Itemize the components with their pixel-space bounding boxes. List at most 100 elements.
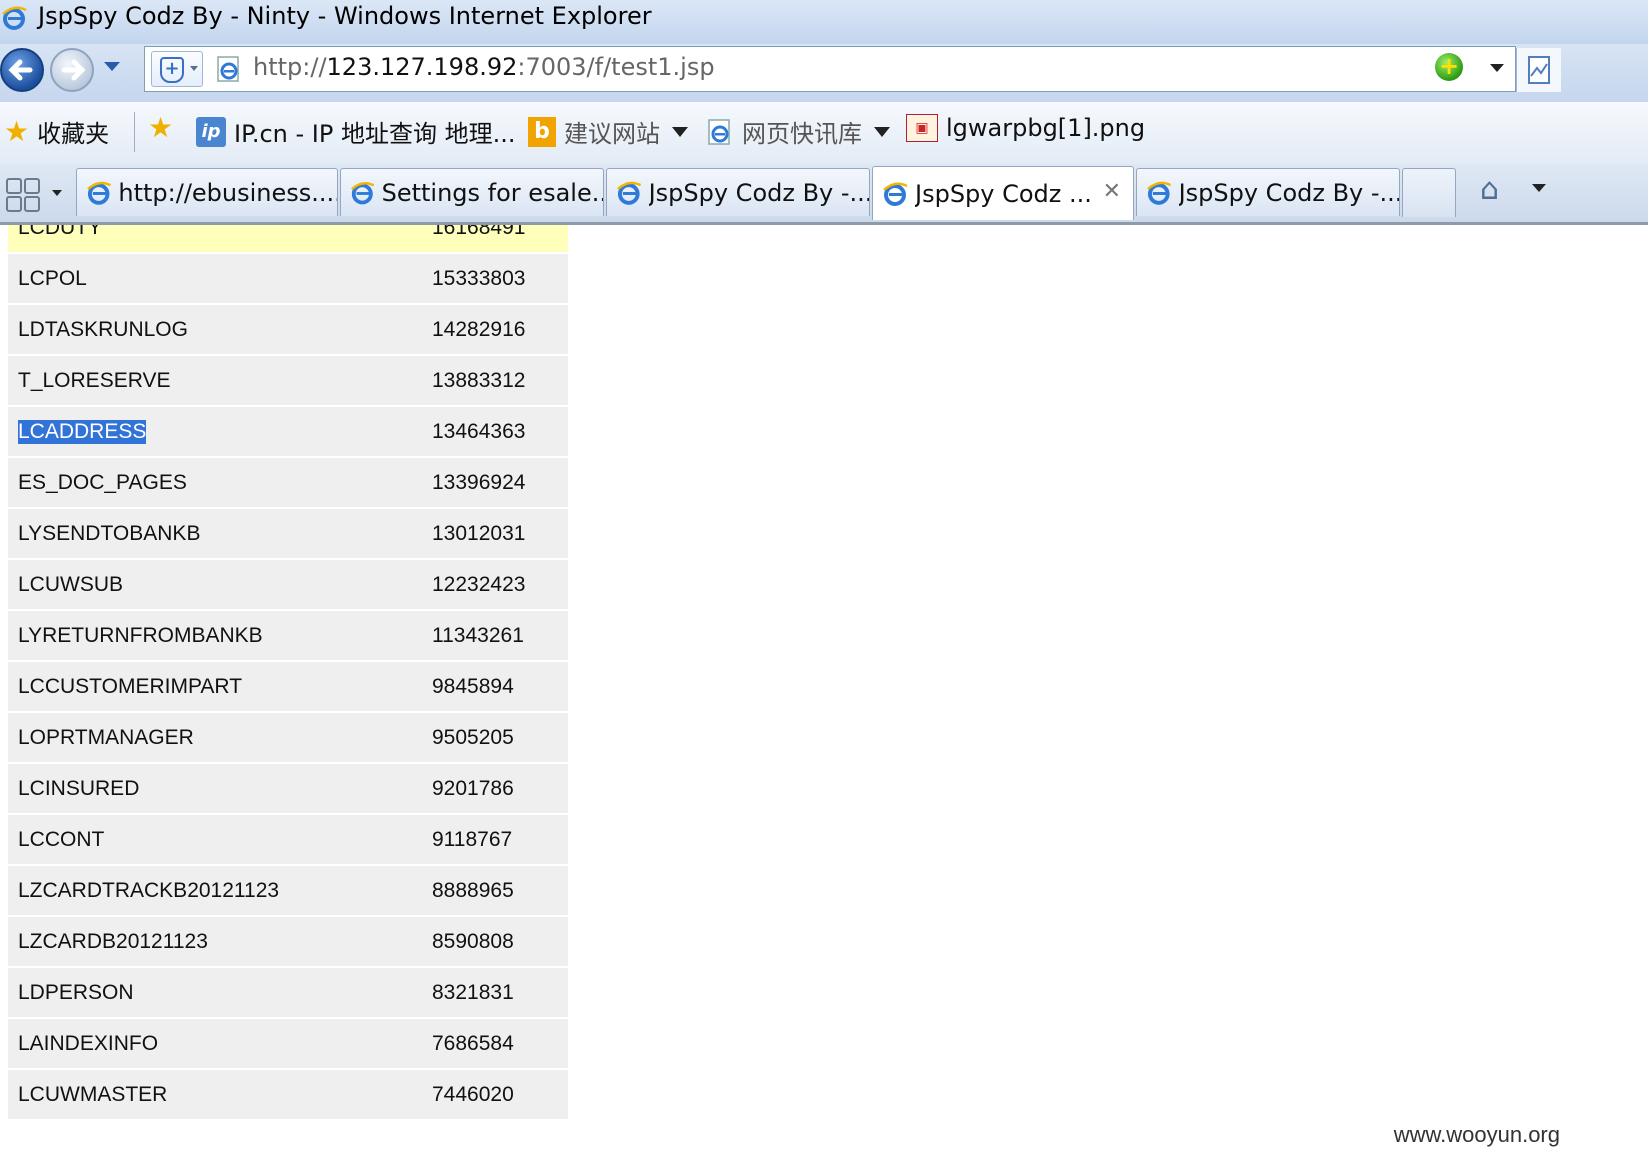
- tab-list-dropdown-icon[interactable]: [46, 184, 68, 214]
- table-name-cell: LCUWSUB: [18, 573, 124, 596]
- tab-jspspy-3[interactable]: JspSpy Codz By -...: [1136, 168, 1400, 216]
- favorites-button[interactable]: ★ 收藏夹: [4, 114, 109, 149]
- home-icon[interactable]: ⌂: [1480, 172, 1499, 207]
- table-row: LCDUTY 16168491: [8, 225, 568, 254]
- table-count-cell: 13464363: [432, 420, 526, 443]
- table-list: LCDUTY 16168491 LCPOL 15333803 LDTASKRUNLOG 1…: [8, 225, 568, 1121]
- table-name-cell: ES_DOC_PAGES: [18, 471, 187, 494]
- table-name-cell: LZCARDB20121123: [18, 930, 208, 953]
- tab-ebusiness[interactable]: http://ebusiness....: [76, 168, 338, 216]
- table-row: LYSENDTOBANKB 13012031: [8, 509, 568, 560]
- url-scheme: http://: [253, 53, 327, 81]
- tab-bar: http://ebusiness.... Settings for esale.…: [0, 164, 1648, 225]
- ie-logo-icon: [2, 6, 27, 30]
- url-host: 123.127.198.92: [326, 53, 518, 81]
- table-name-cell: LOPRTMANAGER: [18, 726, 194, 749]
- table-name-cell: LCADDRESS: [18, 420, 147, 444]
- table-name-cell: LYSENDTOBANKB: [18, 522, 201, 545]
- table-row: LCUWMASTER 7446020: [8, 1070, 568, 1121]
- ie-logo-icon: [883, 182, 908, 206]
- table-name-cell: LZCARDTRACKB20121123: [18, 879, 280, 902]
- table-row: LOPRTMANAGER 9505205: [8, 713, 568, 764]
- compatibility-view-button[interactable]: [1516, 48, 1561, 92]
- tab-label: Settings for esale...: [381, 178, 603, 207]
- forward-button[interactable]: [50, 48, 94, 92]
- favorite-lgwarpbg[interactable]: ▣ lgwarpbg[1].png: [906, 114, 1145, 142]
- table-row: LAINDEXINFO 7686584: [8, 1019, 568, 1070]
- shield-plus-icon: +: [160, 57, 184, 83]
- table-row: LDPERSON 8321831: [8, 968, 568, 1019]
- security-shield-button[interactable]: +: [151, 51, 203, 87]
- ie-logo-icon: [351, 181, 375, 204]
- table-row: LZCARDTRACKB20121123 8888965: [8, 866, 568, 917]
- table-count-cell: 9845894: [432, 675, 514, 698]
- tab-jspspy-active[interactable]: JspSpy Codz ... ✕: [872, 166, 1134, 220]
- favorites-label: 收藏夹: [37, 120, 110, 148]
- recent-pages-dropdown-icon[interactable]: [104, 62, 120, 71]
- bing-icon: b: [528, 116, 556, 147]
- table-row: LZCARDB20121123 8590808: [8, 917, 568, 968]
- table-count-cell: 12232423: [432, 573, 526, 596]
- table-name-cell: LAINDEXINFO: [18, 1032, 159, 1055]
- table-row: LCUWSUB 12232423: [8, 560, 568, 611]
- table-row: LCCONT 9118767: [8, 815, 568, 866]
- table-count-cell: 13883312: [432, 369, 526, 392]
- new-tab-button[interactable]: [1402, 168, 1456, 217]
- ie-logo-icon: [1147, 181, 1172, 205]
- url-text[interactable]: http://123.127.198.92:7003/f/test1.jsp: [253, 53, 715, 81]
- favorite-web-slice-gallery[interactable]: 网页快讯库: [706, 114, 890, 149]
- add-to-favorites-bar-button[interactable]: ★: [148, 114, 173, 142]
- favorite-ip-cn[interactable]: ip IP.cn - IP 地址查询 地理...: [196, 114, 515, 149]
- navigation-bar: + http://123.127.198.92:7003/f/test1.jsp…: [0, 44, 1648, 102]
- title-bar: JspSpy Codz By - Ninty - Windows Interne…: [0, 0, 1648, 44]
- ie-logo-icon: [87, 181, 111, 205]
- table-row: ES_DOC_PAGES 13396924: [8, 458, 568, 509]
- star-icon: ★: [4, 114, 30, 148]
- favorite-suggested-sites[interactable]: b 建议网站: [528, 114, 688, 149]
- table-count-cell: 8321831: [432, 981, 514, 1004]
- arrow-right-icon: [61, 59, 86, 81]
- arrow-left-icon: [8, 59, 33, 81]
- table-count-cell: 13012031: [432, 522, 526, 545]
- table-count-cell: 8590808: [432, 930, 514, 953]
- page-content: LCDUTY 16168491 LCPOL 15333803 LDTASKRUNLOG 1…: [0, 225, 1648, 1162]
- broken-page-icon: [1528, 56, 1550, 84]
- image-file-icon: ▣: [906, 114, 938, 142]
- back-button[interactable]: [0, 48, 44, 92]
- star-add-icon: ★: [148, 111, 174, 144]
- window-title: JspSpy Codz By - Ninty - Windows Interne…: [38, 2, 652, 30]
- table-name-cell: LCINSURED: [18, 777, 140, 800]
- favorite-label: lgwarpbg[1].png: [946, 114, 1146, 142]
- tab-settings-esale[interactable]: Settings for esale...: [340, 168, 604, 216]
- add-search-provider-icon[interactable]: +: [1435, 53, 1463, 81]
- table-count-cell: 16168491: [432, 225, 526, 239]
- table-count-cell: 7686584: [432, 1032, 514, 1055]
- table-name-cell: LDPERSON: [18, 981, 134, 1004]
- favorite-label: 建议网站: [564, 120, 660, 148]
- ip-logo-icon: ip: [196, 116, 226, 147]
- tab-label: JspSpy Codz By -...: [1178, 178, 1399, 207]
- table-count-cell: 11343261: [432, 624, 524, 647]
- table-name-cell: LYRETURNFROMBANKB: [18, 624, 263, 647]
- table-count-cell: 8888965: [432, 879, 514, 902]
- quick-tabs-button[interactable]: [2, 170, 42, 216]
- tab-jspspy-1[interactable]: JspSpy Codz By -...: [606, 168, 870, 216]
- favorite-label: 网页快讯库: [742, 120, 862, 148]
- address-dropdown-icon[interactable]: [1490, 64, 1504, 72]
- favorites-bar: ★ 收藏夹 ★ ip IP.cn - IP 地址查询 地理... b 建议网站 …: [0, 102, 1648, 165]
- table-count-cell: 13396924: [432, 471, 526, 494]
- close-tab-icon[interactable]: ✕: [1103, 179, 1121, 204]
- table-row: LCINSURED 9201786: [8, 764, 568, 815]
- table-row: T_LORESERVE 13883312: [8, 356, 568, 407]
- home-dropdown-icon[interactable]: [1532, 184, 1546, 192]
- table-name-cell: LCUWMASTER: [18, 1083, 168, 1106]
- tab-label: JspSpy Codz By -...: [648, 178, 869, 207]
- page-ie-icon: [217, 56, 239, 82]
- table-count-cell: 9505205: [432, 726, 514, 749]
- ie-logo-icon: [617, 181, 642, 205]
- table-name-cell: T_LORESERVE: [18, 369, 171, 392]
- chevron-down-icon: [874, 126, 890, 137]
- table-row: LCADDRESS 13464363: [8, 407, 568, 458]
- table-name-cell: LCPOL: [18, 267, 87, 290]
- address-bar[interactable]: + http://123.127.198.92:7003/f/test1.jsp…: [144, 46, 1516, 92]
